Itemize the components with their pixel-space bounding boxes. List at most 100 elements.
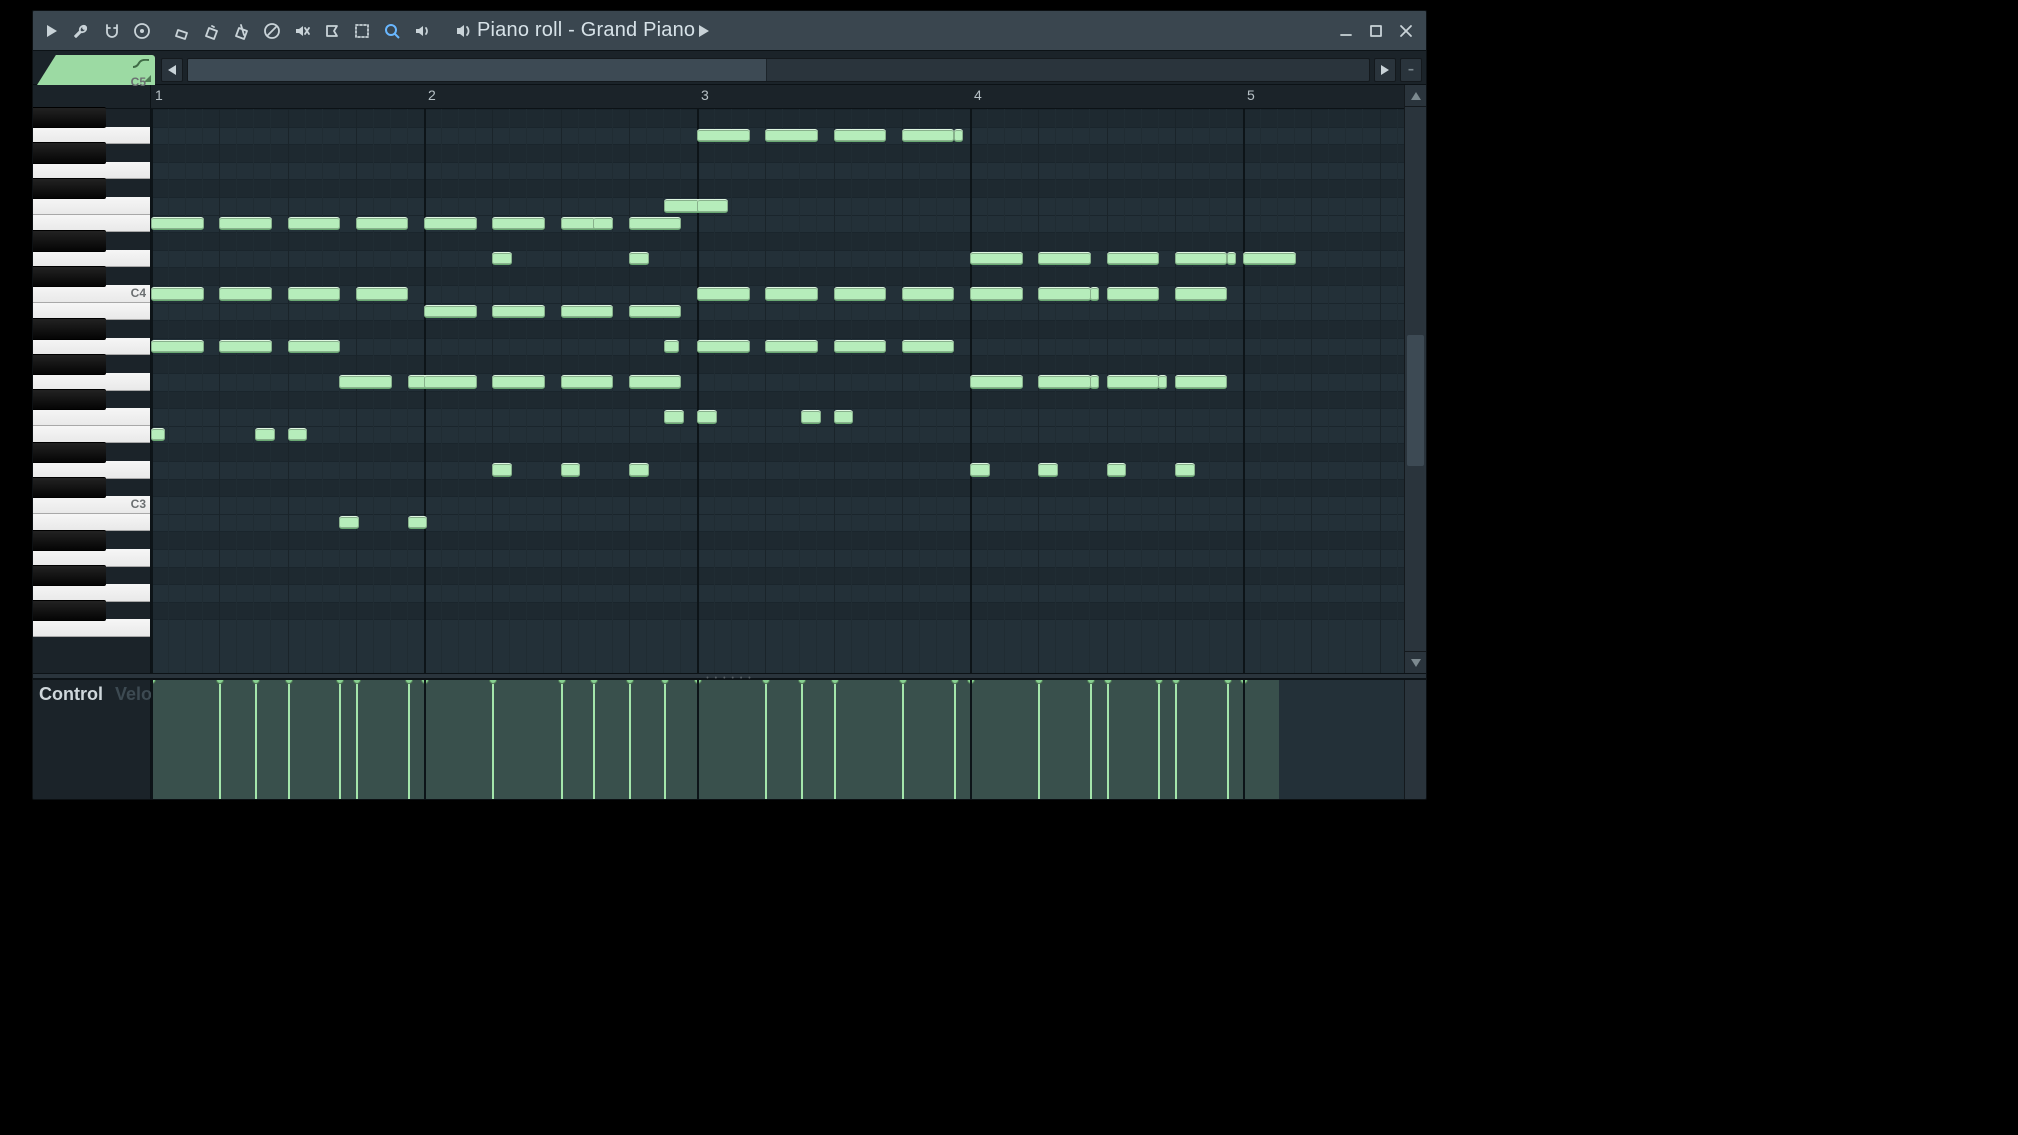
midi-note[interactable] bbox=[356, 217, 409, 231]
black-key[interactable] bbox=[33, 107, 106, 128]
vscroll-down-button[interactable] bbox=[1405, 651, 1426, 673]
midi-note[interactable] bbox=[288, 217, 341, 231]
black-key[interactable] bbox=[33, 230, 106, 251]
velocity-handle[interactable] bbox=[356, 680, 358, 799]
velocity-handle[interactable] bbox=[902, 680, 904, 799]
play-menu-icon[interactable] bbox=[38, 17, 66, 45]
black-key[interactable] bbox=[33, 389, 106, 410]
midi-note[interactable] bbox=[765, 340, 818, 354]
midi-note[interactable] bbox=[424, 305, 477, 319]
midi-note[interactable] bbox=[219, 340, 272, 354]
midi-note[interactable] bbox=[664, 410, 684, 424]
midi-note[interactable] bbox=[629, 217, 682, 231]
velocity-handle[interactable] bbox=[492, 680, 494, 799]
midi-note[interactable] bbox=[561, 375, 614, 389]
midi-note[interactable] bbox=[1175, 463, 1195, 477]
midi-note[interactable] bbox=[1038, 287, 1091, 301]
midi-note[interactable] bbox=[219, 217, 272, 231]
midi-note[interactable] bbox=[1107, 287, 1160, 301]
black-key[interactable] bbox=[33, 477, 106, 498]
white-key[interactable] bbox=[33, 338, 150, 356]
velocity-handle[interactable] bbox=[408, 680, 410, 799]
control-lane-header[interactable]: Control Velocity bbox=[33, 680, 151, 799]
midi-note[interactable] bbox=[492, 375, 545, 389]
options-icon[interactable] bbox=[128, 17, 156, 45]
white-key[interactable] bbox=[33, 373, 150, 391]
hscroll-left-button[interactable] bbox=[161, 58, 183, 82]
hscroll-right-button[interactable] bbox=[1374, 58, 1396, 82]
velocity-handle[interactable] bbox=[561, 680, 563, 799]
white-key[interactable] bbox=[33, 285, 150, 303]
velocity-handle[interactable] bbox=[664, 680, 666, 799]
midi-note[interactable] bbox=[1243, 252, 1296, 266]
midi-note[interactable] bbox=[288, 428, 308, 442]
pattern-tab[interactable] bbox=[37, 55, 155, 85]
midi-note[interactable] bbox=[1090, 287, 1099, 301]
vscroll-track[interactable] bbox=[1405, 107, 1426, 651]
velocity-handle[interactable] bbox=[219, 680, 221, 799]
timeline-ruler[interactable]: 12345 bbox=[151, 85, 1404, 109]
midi-note[interactable] bbox=[288, 340, 341, 354]
midi-note[interactable] bbox=[593, 217, 613, 231]
midi-note[interactable] bbox=[339, 516, 359, 530]
white-key[interactable] bbox=[33, 197, 150, 215]
black-key[interactable] bbox=[33, 600, 106, 621]
midi-note[interactable] bbox=[151, 340, 204, 354]
black-key[interactable] bbox=[33, 442, 106, 463]
note-grid[interactable] bbox=[151, 109, 1404, 673]
white-key[interactable] bbox=[33, 496, 150, 514]
white-key[interactable] bbox=[33, 549, 150, 567]
midi-note[interactable] bbox=[1175, 287, 1228, 301]
black-key[interactable] bbox=[33, 318, 106, 339]
lane-divider[interactable]: • • • • • • bbox=[33, 673, 1426, 679]
midi-note[interactable] bbox=[1107, 463, 1127, 477]
midi-note[interactable] bbox=[1158, 375, 1167, 389]
midi-note[interactable] bbox=[1227, 252, 1236, 266]
midi-note[interactable] bbox=[339, 375, 392, 389]
midi-note[interactable] bbox=[834, 129, 887, 143]
midi-note[interactable] bbox=[492, 217, 545, 231]
midi-note[interactable] bbox=[424, 375, 477, 389]
midi-note[interactable] bbox=[255, 428, 275, 442]
midi-note[interactable] bbox=[902, 287, 955, 301]
playback-tool-icon[interactable] bbox=[408, 17, 436, 45]
velocity-handle[interactable] bbox=[1158, 680, 1160, 799]
midi-note[interactable] bbox=[219, 287, 272, 301]
velocity-handle[interactable] bbox=[288, 680, 290, 799]
velocity-handle[interactable] bbox=[834, 680, 836, 799]
vscroll-up-button[interactable] bbox=[1405, 85, 1426, 107]
midi-note[interactable] bbox=[970, 287, 1023, 301]
midi-note[interactable] bbox=[697, 287, 750, 301]
midi-note[interactable] bbox=[1175, 375, 1228, 389]
midi-note[interactable] bbox=[1107, 252, 1160, 266]
minimize-button[interactable] bbox=[1333, 18, 1359, 44]
velocity-handle[interactable] bbox=[801, 680, 803, 799]
midi-note[interactable] bbox=[765, 287, 818, 301]
midi-note[interactable] bbox=[151, 287, 204, 301]
midi-note[interactable] bbox=[424, 217, 477, 231]
midi-note[interactable] bbox=[902, 129, 955, 143]
midi-note[interactable] bbox=[697, 129, 750, 143]
zoom-out-button[interactable]: - bbox=[1400, 58, 1422, 82]
midi-note[interactable] bbox=[151, 428, 165, 442]
midi-note[interactable] bbox=[697, 199, 728, 213]
midi-note[interactable] bbox=[561, 463, 581, 477]
black-key[interactable] bbox=[33, 178, 106, 199]
slip-tool-icon[interactable] bbox=[318, 17, 346, 45]
white-key[interactable] bbox=[33, 426, 150, 444]
midi-note[interactable] bbox=[408, 516, 428, 530]
paint-tool-icon[interactable] bbox=[198, 17, 226, 45]
midi-note[interactable] bbox=[834, 410, 854, 424]
white-key[interactable] bbox=[33, 461, 150, 479]
maximize-button[interactable] bbox=[1363, 18, 1389, 44]
midi-note[interactable] bbox=[629, 305, 682, 319]
midi-note[interactable] bbox=[970, 375, 1023, 389]
midi-note[interactable] bbox=[288, 287, 341, 301]
white-key[interactable] bbox=[33, 162, 150, 180]
black-key[interactable] bbox=[33, 142, 106, 163]
black-key[interactable] bbox=[33, 565, 106, 586]
midi-note[interactable] bbox=[356, 287, 409, 301]
black-key[interactable] bbox=[33, 530, 106, 551]
velocity-handle[interactable] bbox=[1227, 680, 1229, 799]
wrench-icon[interactable] bbox=[68, 17, 96, 45]
